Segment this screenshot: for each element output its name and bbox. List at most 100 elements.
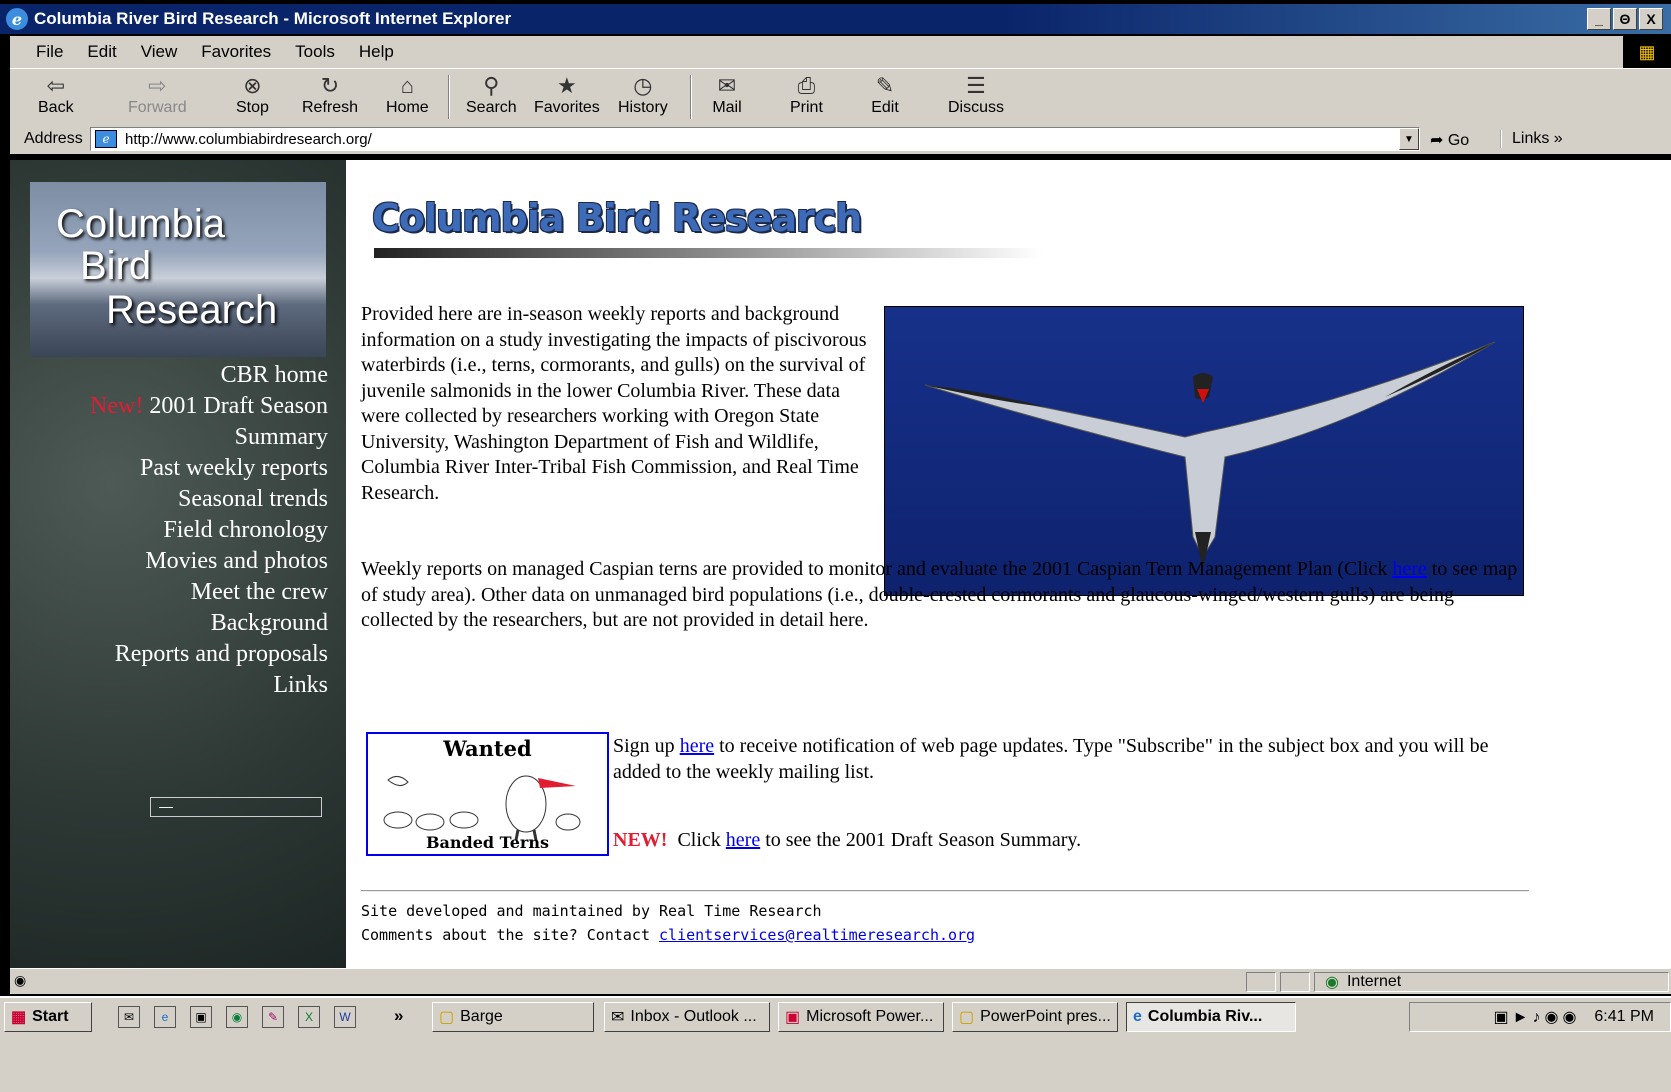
- quicklaunch-desktop-icon[interactable]: ▣: [190, 1006, 212, 1028]
- status-segment: [1246, 972, 1276, 992]
- discuss-button[interactable]: ☰ Discuss: [948, 73, 1004, 117]
- address-dropdown-icon[interactable]: ▼: [1399, 128, 1419, 150]
- weekly-paragraph: Weekly reports on managed Caspian terns …: [361, 558, 1518, 631]
- history-button[interactable]: ◷ History: [618, 73, 668, 117]
- refresh-button[interactable]: ↻ Refresh: [302, 73, 358, 117]
- sidebar-item-past-weekly[interactable]: Past weekly reports: [90, 453, 328, 484]
- terns-drawing: [383, 775, 581, 840]
- status-zone: ◉ Internet: [1314, 972, 1669, 992]
- toolbar-separator: [448, 75, 450, 119]
- quicklaunch-access-icon[interactable]: ✎: [262, 1006, 284, 1028]
- site-logo[interactable]: Columbia Bird Research: [30, 182, 326, 357]
- back-arrow-icon: ⇦: [46, 73, 65, 98]
- home-icon: ⌂: [400, 73, 414, 98]
- status-page-icon: ◉: [14, 972, 27, 988]
- sidebar-item-meet-crew[interactable]: Meet the crew: [90, 577, 328, 608]
- status-bar: ◉ ◉ Internet: [10, 968, 1671, 994]
- sidebar-item-draft-summary-cont[interactable]: Summary: [90, 422, 328, 453]
- summary-paragraph: NEW! Click here to see the 2001 Draft Se…: [613, 829, 1082, 851]
- history-icon: ◷: [633, 73, 653, 98]
- status-segment: [1280, 972, 1310, 992]
- links-button[interactable]: Links »: [1500, 130, 1563, 148]
- title-bar: e Columbia River Bird Research - Microso…: [0, 4, 1671, 34]
- minimize-button[interactable]: _: [1587, 8, 1611, 30]
- maximize-button[interactable]: Θ: [1613, 8, 1637, 30]
- window-controls: _ Θ X: [1587, 8, 1663, 30]
- search-icon: ⚲: [483, 73, 500, 98]
- menu-tools[interactable]: Tools: [295, 42, 335, 62]
- quicklaunch-outlook-icon[interactable]: ✉: [118, 1006, 140, 1028]
- print-button[interactable]: ⎙ Print: [790, 73, 823, 117]
- menu-file[interactable]: File: [36, 42, 63, 62]
- map-link[interactable]: here: [1392, 558, 1426, 580]
- menu-view[interactable]: View: [141, 42, 178, 62]
- windows-flag-icon: ▦: [11, 1009, 27, 1026]
- task-powerpoint[interactable]: ▣ Microsoft Power...: [778, 1002, 944, 1032]
- edit-icon: ✎: [875, 73, 895, 98]
- sidebar-nav: CBR home New! 2001 Draft Season Summary …: [90, 360, 328, 701]
- forward-button[interactable]: ⇨ Forward: [128, 73, 187, 117]
- browser-window: e Columbia River Bird Research - Microso…: [0, 0, 1671, 1092]
- folder-icon: ▢: [439, 1009, 455, 1026]
- address-bar: Address e http://www.columbiabirdresearc…: [10, 124, 1671, 154]
- sidebar-item-seasonal-trends[interactable]: Seasonal trends: [90, 484, 328, 515]
- edit-button[interactable]: ✎ Edit: [870, 73, 900, 117]
- forward-arrow-icon: ⇨: [148, 73, 167, 98]
- task-barge[interactable]: ▢ Barge: [432, 1002, 594, 1032]
- mail-icon: ✉: [717, 73, 737, 98]
- sidebar-box: —: [150, 797, 322, 817]
- favorites-button[interactable]: ★ Favorites: [534, 73, 600, 117]
- sidebar-item-reports[interactable]: Reports and proposals: [90, 639, 328, 670]
- task-columbia[interactable]: e Columbia Riv...: [1126, 1002, 1296, 1032]
- ie-logo-icon: e: [6, 8, 28, 30]
- refresh-icon: ↻: [320, 73, 340, 98]
- taskbar-more[interactable]: »: [394, 1006, 403, 1026]
- sidebar-item-draft-summary[interactable]: New! 2001 Draft Season: [90, 391, 328, 422]
- page-icon: e: [95, 130, 117, 148]
- stop-icon: ⊗: [243, 73, 262, 98]
- standard-toolbar: ⇦ Back ⇨ Forward ⊗ Stop ↻ Refresh ⌂ Home ⚲ Sea…: [10, 68, 1671, 124]
- footer-contact: Comments about the site? Contact clients…: [361, 926, 976, 944]
- footer-credit: Site developed and maintained by Real Ti…: [361, 902, 822, 920]
- toolbar-separator: [690, 75, 692, 119]
- tray-icons[interactable]: ▣►♪◉◉: [1494, 1007, 1581, 1027]
- signup-link[interactable]: here: [680, 735, 714, 757]
- back-button[interactable]: ⇦ Back: [38, 73, 74, 117]
- address-input[interactable]: e http://www.columbiabirdresearch.org/ ▼: [90, 127, 1420, 151]
- menu-help[interactable]: Help: [359, 42, 394, 62]
- sidebar-item-cbr-home[interactable]: CBR home: [90, 360, 328, 391]
- summary-link[interactable]: here: [726, 829, 760, 851]
- address-label: Address: [24, 130, 83, 147]
- quicklaunch-app-icon[interactable]: ◉: [226, 1006, 248, 1028]
- page-content: Columbia Bird Research CBR home New! 200…: [10, 160, 1671, 968]
- new-label: NEW!: [613, 829, 668, 851]
- quicklaunch-word-icon[interactable]: W: [334, 1006, 356, 1028]
- tern-photo: [884, 306, 1524, 596]
- mail-button[interactable]: ✉ Mail: [712, 73, 742, 117]
- home-button[interactable]: ⌂ Home: [386, 73, 429, 117]
- wanted-banded-terns-image[interactable]: Wanted Banded Terns: [366, 732, 609, 856]
- sidebar-item-movies-photos[interactable]: Movies and photos: [90, 546, 328, 577]
- email-link[interactable]: clientservices@realtimeresearch.org: [659, 926, 975, 944]
- menu-favorites[interactable]: Favorites: [201, 42, 271, 62]
- go-button[interactable]: ➦ Go: [1430, 130, 1469, 150]
- quicklaunch-ie-icon[interactable]: e: [154, 1006, 176, 1028]
- search-button[interactable]: ⚲ Search: [466, 73, 517, 117]
- taskbar: ▦ Start ✉ e ▣ ◉ ✎ X W » ▢ Barge ✉ Inbox - O…: [0, 996, 1671, 1092]
- task-outlook[interactable]: ✉ Inbox - Outlook ...: [604, 1002, 770, 1032]
- quicklaunch-excel-icon[interactable]: X: [298, 1006, 320, 1028]
- sidebar-item-field-chronology[interactable]: Field chronology: [90, 515, 328, 546]
- task-powerpoint-folder[interactable]: ▢ PowerPoint pres...: [952, 1002, 1118, 1032]
- banner-underline: [374, 248, 1042, 258]
- close-button[interactable]: X: [1639, 8, 1663, 30]
- globe-icon: ◉: [1325, 974, 1339, 991]
- sidebar-item-links[interactable]: Links: [90, 670, 328, 701]
- start-button[interactable]: ▦ Start: [4, 1002, 92, 1032]
- main-area: Columbia Bird Research Provided here are…: [346, 160, 1671, 968]
- footer-divider: [361, 890, 1529, 892]
- menu-edit[interactable]: Edit: [87, 42, 116, 62]
- folder-icon: ▢: [959, 1009, 975, 1026]
- stop-button[interactable]: ⊗ Stop: [236, 73, 269, 117]
- sidebar-item-background[interactable]: Background: [90, 608, 328, 639]
- ie-icon: e: [1133, 1008, 1142, 1025]
